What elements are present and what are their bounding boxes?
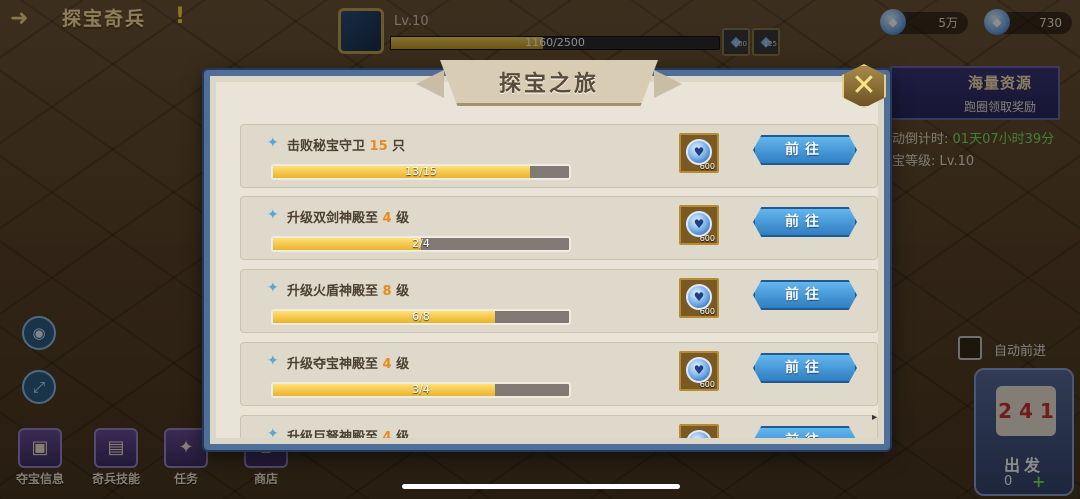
sparkle-icon: ✦ bbox=[267, 207, 279, 223]
task-prefix: 升级火盾神殿至 bbox=[287, 284, 379, 299]
task-progress-bar: 2/4 bbox=[271, 236, 571, 252]
task-row: ✦ 升级双剑神殿至 4 级 2/4 ♥ 600 前往 bbox=[240, 196, 878, 260]
task-suffix: 只 bbox=[392, 139, 406, 154]
treasure-journey-dialog: ✦ 击败秘宝守卫 15 只 13/15 ♥ 600 前往 ✦ 升级双剑神殿至 4… bbox=[204, 60, 890, 450]
reward-item[interactable]: ♥ 600 bbox=[679, 133, 719, 173]
home-indicator[interactable] bbox=[402, 484, 680, 489]
task-target-number: 4 bbox=[382, 357, 392, 372]
task-description: 升级火盾神殿至 8 级 bbox=[287, 280, 409, 299]
task-description: 升级巨弩神殿至 4 级 bbox=[287, 426, 409, 438]
go-button[interactable]: 前往 bbox=[753, 207, 857, 237]
task-row: ✦ 击败秘宝守卫 15 只 13/15 ♥ 600 前往 bbox=[240, 124, 878, 188]
sparkle-icon: ✦ bbox=[267, 280, 279, 296]
task-progress-bar: 6/8 bbox=[271, 309, 571, 325]
sparkle-icon: ✦ bbox=[267, 135, 279, 151]
task-progress-text: 2/4 bbox=[412, 237, 430, 250]
task-suffix: 级 bbox=[396, 211, 410, 226]
sapphire-icon: ♥ bbox=[686, 430, 712, 438]
dialog-body: ✦ 击败秘宝守卫 15 只 13/15 ♥ 600 前往 ✦ 升级双剑神殿至 4… bbox=[216, 82, 878, 438]
reward-count: 600 bbox=[699, 380, 715, 389]
task-progress-text: 13/15 bbox=[405, 165, 437, 178]
task-target-number: 4 bbox=[382, 211, 392, 226]
reward-item[interactable]: ♥ 600 bbox=[679, 205, 719, 245]
reward-item[interactable]: ♥ 600 bbox=[679, 278, 719, 318]
task-row: ✦ 升级巨弩神殿至 4 级 ♥ 前往 bbox=[240, 415, 878, 438]
task-row: ✦ 升级火盾神殿至 8 级 6/8 ♥ 600 前往 bbox=[240, 269, 878, 333]
sparkle-icon: ✦ bbox=[267, 353, 279, 369]
task-target-number: 8 bbox=[382, 284, 392, 299]
reward-count: 600 bbox=[699, 162, 715, 171]
task-row: ✦ 升级夺宝神殿至 4 级 3/4 ♥ 600 前往 bbox=[240, 342, 878, 406]
go-button[interactable]: 前往 bbox=[753, 426, 857, 438]
title-ribbon: 探宝之旅 bbox=[416, 60, 682, 106]
task-description: 击败秘宝守卫 15 只 bbox=[287, 135, 405, 154]
task-prefix: 升级双剑神殿至 bbox=[287, 211, 379, 226]
scroll-indicator-icon: ▸ bbox=[872, 412, 878, 423]
reward-item[interactable]: ♥ bbox=[679, 424, 719, 438]
task-progress-text: 6/8 bbox=[412, 310, 430, 323]
task-prefix: 升级夺宝神殿至 bbox=[287, 357, 379, 372]
ribbon-wing-right bbox=[654, 70, 682, 98]
task-suffix: 级 bbox=[396, 430, 410, 438]
task-progress-bar: 3/4 bbox=[271, 382, 571, 398]
task-suffix: 级 bbox=[396, 357, 410, 372]
task-target-number: 15 bbox=[369, 139, 388, 154]
task-prefix: 击败秘宝守卫 bbox=[287, 139, 366, 154]
reward-item[interactable]: ♥ 600 bbox=[679, 351, 719, 391]
task-suffix: 级 bbox=[396, 284, 410, 299]
sparkle-icon: ✦ bbox=[267, 426, 279, 438]
task-prefix: 升级巨弩神殿至 bbox=[287, 430, 379, 438]
task-progress-text: 3/4 bbox=[412, 383, 430, 396]
reward-count: 600 bbox=[699, 234, 715, 243]
reward-count: 600 bbox=[699, 307, 715, 316]
go-button[interactable]: 前往 bbox=[753, 135, 857, 165]
dialog-title: 探宝之旅 bbox=[498, 72, 599, 97]
task-target-number: 4 bbox=[382, 430, 392, 438]
task-description: 升级双剑神殿至 4 级 bbox=[287, 207, 409, 226]
task-description: 升级夺宝神殿至 4 级 bbox=[287, 353, 409, 372]
go-button[interactable]: 前往 bbox=[753, 280, 857, 310]
go-button[interactable]: 前往 bbox=[753, 353, 857, 383]
task-progress-bar: 13/15 bbox=[271, 164, 571, 180]
